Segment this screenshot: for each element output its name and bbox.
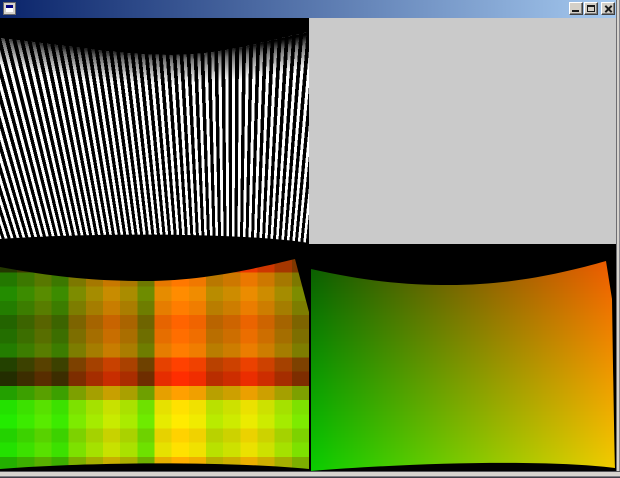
gl-canvas[interactable] (0, 18, 616, 471)
minimize-button[interactable] (569, 2, 583, 15)
titlebar[interactable] (0, 0, 620, 18)
minimize-icon (572, 10, 579, 12)
viewport-striped (0, 18, 309, 244)
app-window (0, 0, 620, 478)
striped-surface (0, 18, 309, 244)
viewport-empty (309, 18, 616, 244)
viewport-gradient (309, 244, 616, 471)
viewport-plaid (0, 244, 309, 471)
window-controls (568, 2, 615, 15)
gradient-surface (309, 244, 616, 471)
close-button[interactable] (601, 2, 615, 15)
plaid-surface (0, 244, 309, 471)
maximize-button[interactable] (584, 2, 598, 15)
application-icon[interactable] (3, 2, 16, 15)
window-border-bottom[interactable] (0, 471, 620, 478)
window-border-right[interactable] (616, 0, 620, 478)
maximize-icon (587, 5, 595, 12)
